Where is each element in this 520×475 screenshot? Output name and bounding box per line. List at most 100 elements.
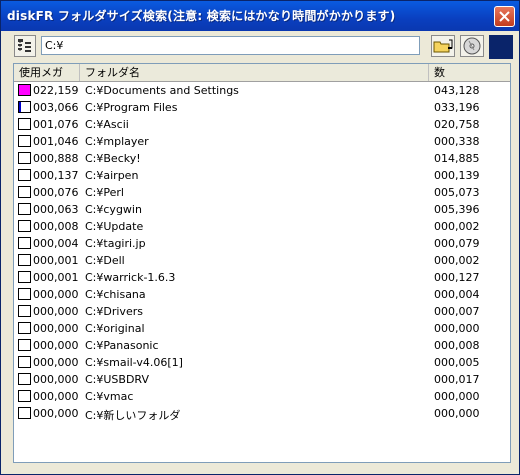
list-item[interactable]: 000,000 C:¥vmac 000,000 <box>14 388 510 405</box>
list-item[interactable]: 000,000 C:¥Panasonic 000,008 <box>14 337 510 354</box>
list-item[interactable]: 022,159 C:¥Documents and Settings 043,128 <box>14 82 510 99</box>
count-cell: 000,005 <box>434 356 480 369</box>
list-rows: 022,159 C:¥Documents and Settings 043,128 0… <box>14 82 510 422</box>
size-cell: 003,066 <box>33 101 79 114</box>
count-cell: 000,338 <box>434 135 480 148</box>
usage-bar-fill <box>19 102 21 112</box>
list-item[interactable]: 000,000 C:¥chisana 000,004 <box>14 286 510 303</box>
count-cell: 005,396 <box>434 203 480 216</box>
folder-name-cell: C:¥original <box>85 322 145 335</box>
folder-list[interactable]: 使用メガ フォルダ名 数 022,159 C:¥Documents and Set… <box>13 63 511 463</box>
usage-bar <box>18 305 31 317</box>
usage-bar <box>18 322 31 334</box>
folder-name-cell: C:¥USBDRV <box>85 373 150 386</box>
window-title: diskFR フォルダサイズ検索(注意: 検索にはかなり時間がかかります) <box>7 9 396 23</box>
folder-name-cell: C:¥smail-v4.06[1] <box>85 356 183 369</box>
folder-name-cell: C:¥Drivers <box>85 305 143 318</box>
folder-name-cell: C:¥warrick-1.6.3 <box>85 271 176 284</box>
folder-name-cell: C:¥Dell <box>85 254 125 267</box>
size-cell: 001,046 <box>33 135 79 148</box>
count-cell: 020,758 <box>434 118 480 131</box>
folder-name-cell: C:¥Becky! <box>85 152 141 165</box>
column-header-size[interactable]: 使用メガ <box>14 64 80 81</box>
count-cell: 000,008 <box>434 339 480 352</box>
usage-bar <box>18 390 31 402</box>
usage-bar <box>18 152 31 164</box>
path-input[interactable]: C:¥ <box>41 36 420 55</box>
list-item[interactable]: 000,000 C:¥Drivers 000,007 <box>14 303 510 320</box>
size-cell: 000,000 <box>33 288 79 301</box>
list-item[interactable]: 001,046 C:¥mplayer 000,338 <box>14 133 510 150</box>
usage-bar <box>18 237 31 249</box>
list-item[interactable]: 000,008 C:¥Update 000,002 <box>14 218 510 235</box>
list-item[interactable]: 001,076 C:¥Ascii 020,758 <box>14 116 510 133</box>
list-item[interactable]: 000,137 C:¥airpen 000,139 <box>14 167 510 184</box>
folder-name-cell: C:¥Update <box>85 220 144 233</box>
list-item[interactable]: 000,000 C:¥新しいフォルダ 000,000 <box>14 405 510 422</box>
count-cell: 000,000 <box>434 407 480 420</box>
cd-icon <box>463 37 481 55</box>
usage-bar <box>18 339 31 351</box>
list-item[interactable]: 000,063 C:¥cygwin 005,396 <box>14 201 510 218</box>
count-cell: 000,002 <box>434 220 480 233</box>
usage-bar <box>18 407 31 419</box>
usage-bar <box>18 118 31 130</box>
usage-bar <box>18 220 31 232</box>
size-cell: 000,000 <box>33 305 79 318</box>
count-cell: 000,000 <box>434 390 480 403</box>
count-cell: 000,007 <box>434 305 480 318</box>
count-cell: 000,002 <box>434 254 480 267</box>
usage-bar <box>18 135 31 147</box>
usage-bar <box>18 203 31 215</box>
folder-name-cell: C:¥airpen <box>85 169 139 182</box>
list-item[interactable]: 000,888 C:¥Becky! 014,885 <box>14 150 510 167</box>
close-button[interactable] <box>494 6 515 27</box>
usage-bar <box>18 373 31 385</box>
column-header-folder[interactable]: フォルダ名 <box>80 64 429 81</box>
usage-bar <box>18 169 31 181</box>
folder-name-cell: C:¥tagiri.jp <box>85 237 146 250</box>
usage-bar <box>18 186 31 198</box>
moon-button[interactable] <box>489 35 513 59</box>
size-cell: 001,076 <box>33 118 79 131</box>
title-bar[interactable]: diskFR フォルダサイズ検索(注意: 検索にはかなり時間がかかります) <box>1 1 519 31</box>
cd-button[interactable] <box>460 35 484 57</box>
column-header-count[interactable]: 数 <box>429 64 510 81</box>
size-cell: 000,000 <box>33 322 79 335</box>
folder-name-cell: C:¥新しいフォルダ <box>85 409 181 422</box>
close-icon <box>499 11 510 22</box>
size-cell: 000,000 <box>33 407 79 420</box>
size-cell: 000,888 <box>33 152 79 165</box>
list-item[interactable]: 000,000 C:¥original 000,000 <box>14 320 510 337</box>
list-item[interactable]: 000,000 C:¥USBDRV 000,017 <box>14 371 510 388</box>
count-cell: 000,017 <box>434 373 480 386</box>
size-cell: 000,000 <box>33 390 79 403</box>
list-item[interactable]: 000,001 C:¥Dell 000,002 <box>14 252 510 269</box>
folder-name-cell: C:¥chisana <box>85 288 146 301</box>
size-cell: 000,137 <box>33 169 79 182</box>
count-cell: 033,196 <box>434 101 480 114</box>
size-cell: 000,000 <box>33 339 79 352</box>
list-item[interactable]: 000,004 C:¥tagiri.jp 000,079 <box>14 235 510 252</box>
list-item[interactable]: 000,000 C:¥smail-v4.06[1] 000,005 <box>14 354 510 371</box>
usage-bar <box>18 84 31 96</box>
usage-bar <box>18 254 31 266</box>
list-header: 使用メガ フォルダ名 数 <box>14 64 510 82</box>
count-cell: 005,073 <box>434 186 480 199</box>
count-cell: 000,000 <box>434 322 480 335</box>
size-cell: 000,001 <box>33 254 79 267</box>
tree-list-button[interactable] <box>14 35 36 57</box>
open-folder-button[interactable] <box>431 35 455 57</box>
folder-name-cell: C:¥Documents and Settings <box>85 84 239 97</box>
list-item[interactable]: 000,076 C:¥Perl 005,073 <box>14 184 510 201</box>
usage-bar-fill <box>19 85 30 95</box>
size-cell: 000,001 <box>33 271 79 284</box>
folder-name-cell: C:¥Perl <box>85 186 124 199</box>
count-cell: 000,079 <box>434 237 480 250</box>
size-cell: 000,000 <box>33 373 79 386</box>
size-cell: 022,159 <box>33 84 79 97</box>
list-item[interactable]: 000,001 C:¥warrick-1.6.3 000,127 <box>14 269 510 286</box>
open-folder-icon <box>433 39 453 53</box>
count-cell: 014,885 <box>434 152 480 165</box>
list-item[interactable]: 003,066 C:¥Program Files 033,196 <box>14 99 510 116</box>
